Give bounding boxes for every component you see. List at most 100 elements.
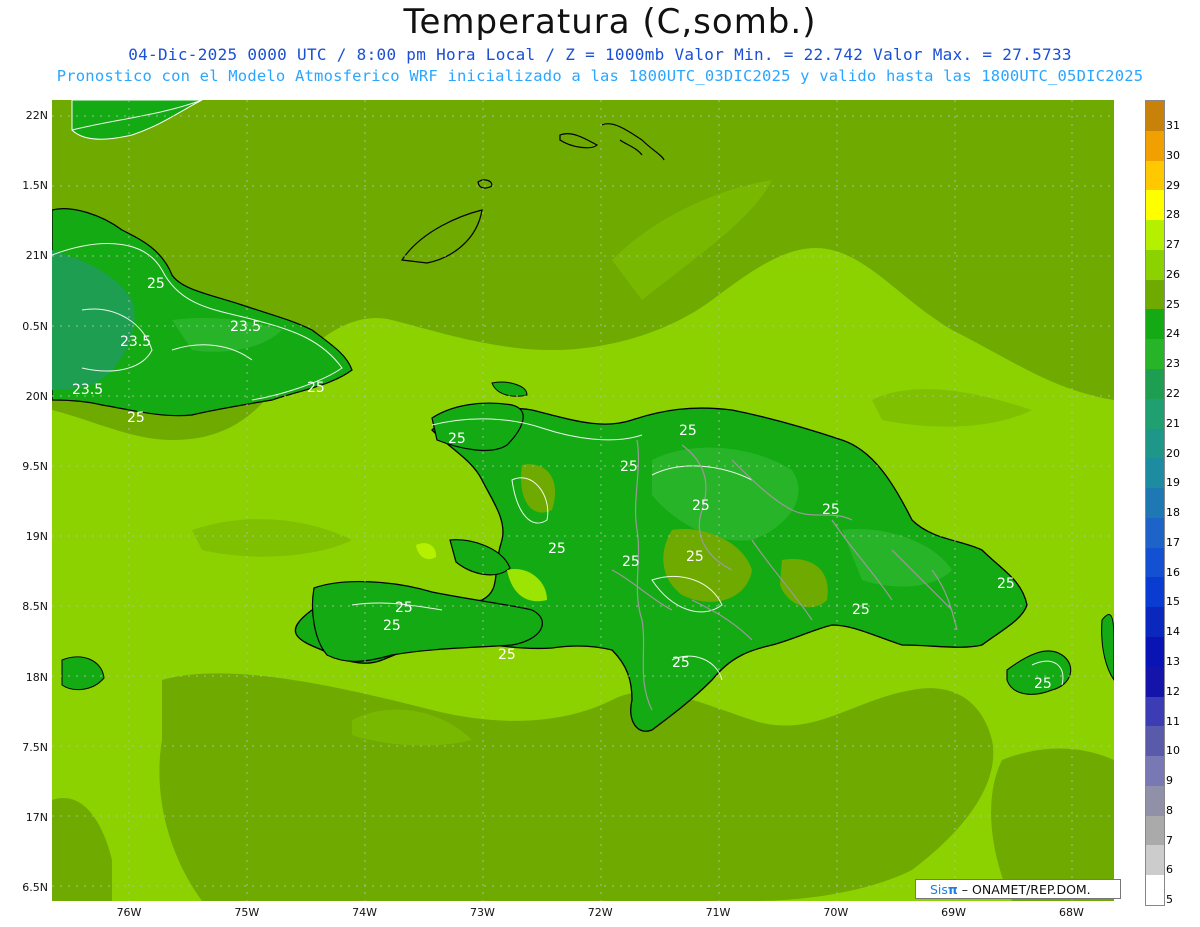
legend-swatch — [1146, 458, 1164, 489]
legend-level-label: 15 — [1166, 595, 1180, 609]
legend-level-label: 30 — [1166, 148, 1180, 162]
legend-level-label: 14 — [1166, 625, 1180, 639]
legend-swatch — [1146, 249, 1164, 281]
legend-swatch — [1146, 726, 1164, 757]
legend-swatch — [1146, 339, 1164, 370]
latitude-label: 18N — [25, 670, 48, 684]
legend-swatch — [1146, 130, 1164, 162]
longitude-label: 70W — [823, 906, 849, 919]
legend-level-label: 5 — [1166, 893, 1173, 907]
legend-level-label: 24 — [1166, 327, 1180, 341]
longitude-label: 72W — [587, 906, 613, 919]
longitude-label: 68W — [1058, 906, 1084, 919]
longitude-label: 76W — [116, 906, 142, 919]
legend-level-label: 16 — [1166, 565, 1180, 579]
legend-swatch — [1146, 220, 1164, 251]
latitude-label: 0.5N — [22, 319, 48, 333]
legend-swatch — [1146, 607, 1164, 638]
contour-label: 25 — [127, 410, 145, 426]
legend-swatch — [1146, 488, 1164, 519]
legend-level-label: 21 — [1166, 416, 1180, 430]
contour-label: 25 — [498, 647, 516, 663]
latitude-label: 9.5N — [22, 460, 48, 473]
latitude-label: 6.5N — [22, 881, 48, 895]
legend-level-label: 31 — [1166, 119, 1180, 132]
latitude-label: 22N — [25, 109, 48, 122]
contour-label: 25 — [448, 431, 466, 447]
watermark-text: – ONAMET/REP.DOM. — [961, 882, 1091, 897]
legend-swatch — [1146, 637, 1164, 668]
longitude-label: 69W — [941, 906, 967, 919]
legend-level-label: 22 — [1166, 387, 1180, 400]
latitude-label: 1.5N — [22, 179, 48, 193]
legend-swatch — [1146, 369, 1164, 400]
subtitle-model-run: Pronostico con el Modelo Atmosferico WRF… — [56, 67, 1144, 85]
legend-swatch — [1146, 785, 1164, 817]
legend-level-label: 29 — [1166, 178, 1180, 192]
latitude-label: 8.5N — [22, 600, 48, 614]
longitude-label: 74W — [352, 906, 378, 919]
latitude-label: 7.5N — [22, 740, 48, 754]
legend-level-label: 18 — [1166, 506, 1180, 520]
legend-swatch — [1146, 428, 1164, 459]
legend-swatch — [1146, 875, 1164, 906]
sispi-brand: Sis — [930, 882, 948, 897]
contour-label: 23.5 — [230, 319, 261, 335]
subtitle-valid-time: 04-Dic-2025 0000 UTC / 8:00 pm Hora Loca… — [128, 45, 1072, 64]
contour-label: 25 — [383, 618, 401, 634]
legend-level-label: 23 — [1166, 357, 1180, 371]
legend-level-label: 7 — [1166, 833, 1173, 847]
contour-label: 25 — [147, 276, 165, 292]
legend-swatch — [1146, 101, 1164, 132]
legend-level-label: 20 — [1166, 446, 1180, 460]
contour-label: 25 — [679, 423, 697, 439]
contour-label: 25 — [686, 549, 704, 565]
map-title: Temperatura (C,somb.) — [403, 2, 817, 42]
contour-label: 25 — [822, 502, 840, 518]
contour-label: 25 — [622, 554, 640, 570]
contour-label: 25 — [620, 459, 638, 475]
latitude-label: 20N — [25, 389, 48, 403]
legend-level-label: 8 — [1166, 803, 1173, 817]
latitude-label: 19N — [25, 530, 48, 544]
temperature-map: 25 23.5 23.5 23.5 25 25 25 25 25 25 25 2… — [52, 100, 1114, 901]
contour-label: 23.5 — [120, 334, 151, 350]
legend-level-label: 25 — [1166, 297, 1180, 311]
legend-swatch — [1146, 696, 1164, 727]
contour-label: 25 — [307, 380, 325, 396]
legend-swatch — [1146, 845, 1164, 876]
legend-level-label: 28 — [1166, 208, 1180, 222]
onamet-watermark: Sisπ – ONAMET/REP.DOM. — [915, 879, 1121, 899]
legend-swatch — [1146, 756, 1164, 787]
contour-label: 25 — [692, 498, 710, 514]
longitude-label: 75W — [234, 906, 260, 919]
legend-level-label: 11 — [1166, 714, 1180, 728]
contour-label: 25 — [548, 541, 566, 557]
legend-swatch — [1146, 398, 1164, 430]
legend-level-label: 12 — [1166, 684, 1180, 698]
legend-swatch — [1146, 309, 1164, 340]
contour-label: 25 — [852, 602, 870, 618]
contour-label: 23.5 — [72, 382, 103, 398]
contour-label: 25 — [1034, 676, 1052, 692]
legend-swatch — [1146, 577, 1164, 608]
legend-level-label: 13 — [1166, 655, 1180, 668]
longitude-label: 73W — [469, 906, 495, 919]
legend-level-label: 27 — [1166, 238, 1180, 252]
latitude-label: 21N — [25, 249, 48, 263]
legend-swatch — [1146, 815, 1164, 846]
legend-level-label: 17 — [1166, 535, 1180, 549]
legend-swatch — [1146, 547, 1164, 578]
legend-level-label: 9 — [1166, 774, 1173, 788]
color-scale-legend — [1145, 100, 1165, 906]
legend-level-label: 26 — [1166, 267, 1180, 281]
legend-swatch — [1146, 190, 1164, 221]
legend-level-label: 6 — [1166, 863, 1173, 877]
legend-level-label: 19 — [1166, 476, 1180, 490]
contour-label: 25 — [672, 655, 690, 671]
legend-swatch — [1146, 279, 1164, 310]
legend-swatch — [1146, 666, 1164, 698]
latitude-label: 17N — [25, 811, 48, 824]
legend-level-label: 10 — [1166, 744, 1180, 758]
legend-swatch — [1146, 160, 1164, 191]
